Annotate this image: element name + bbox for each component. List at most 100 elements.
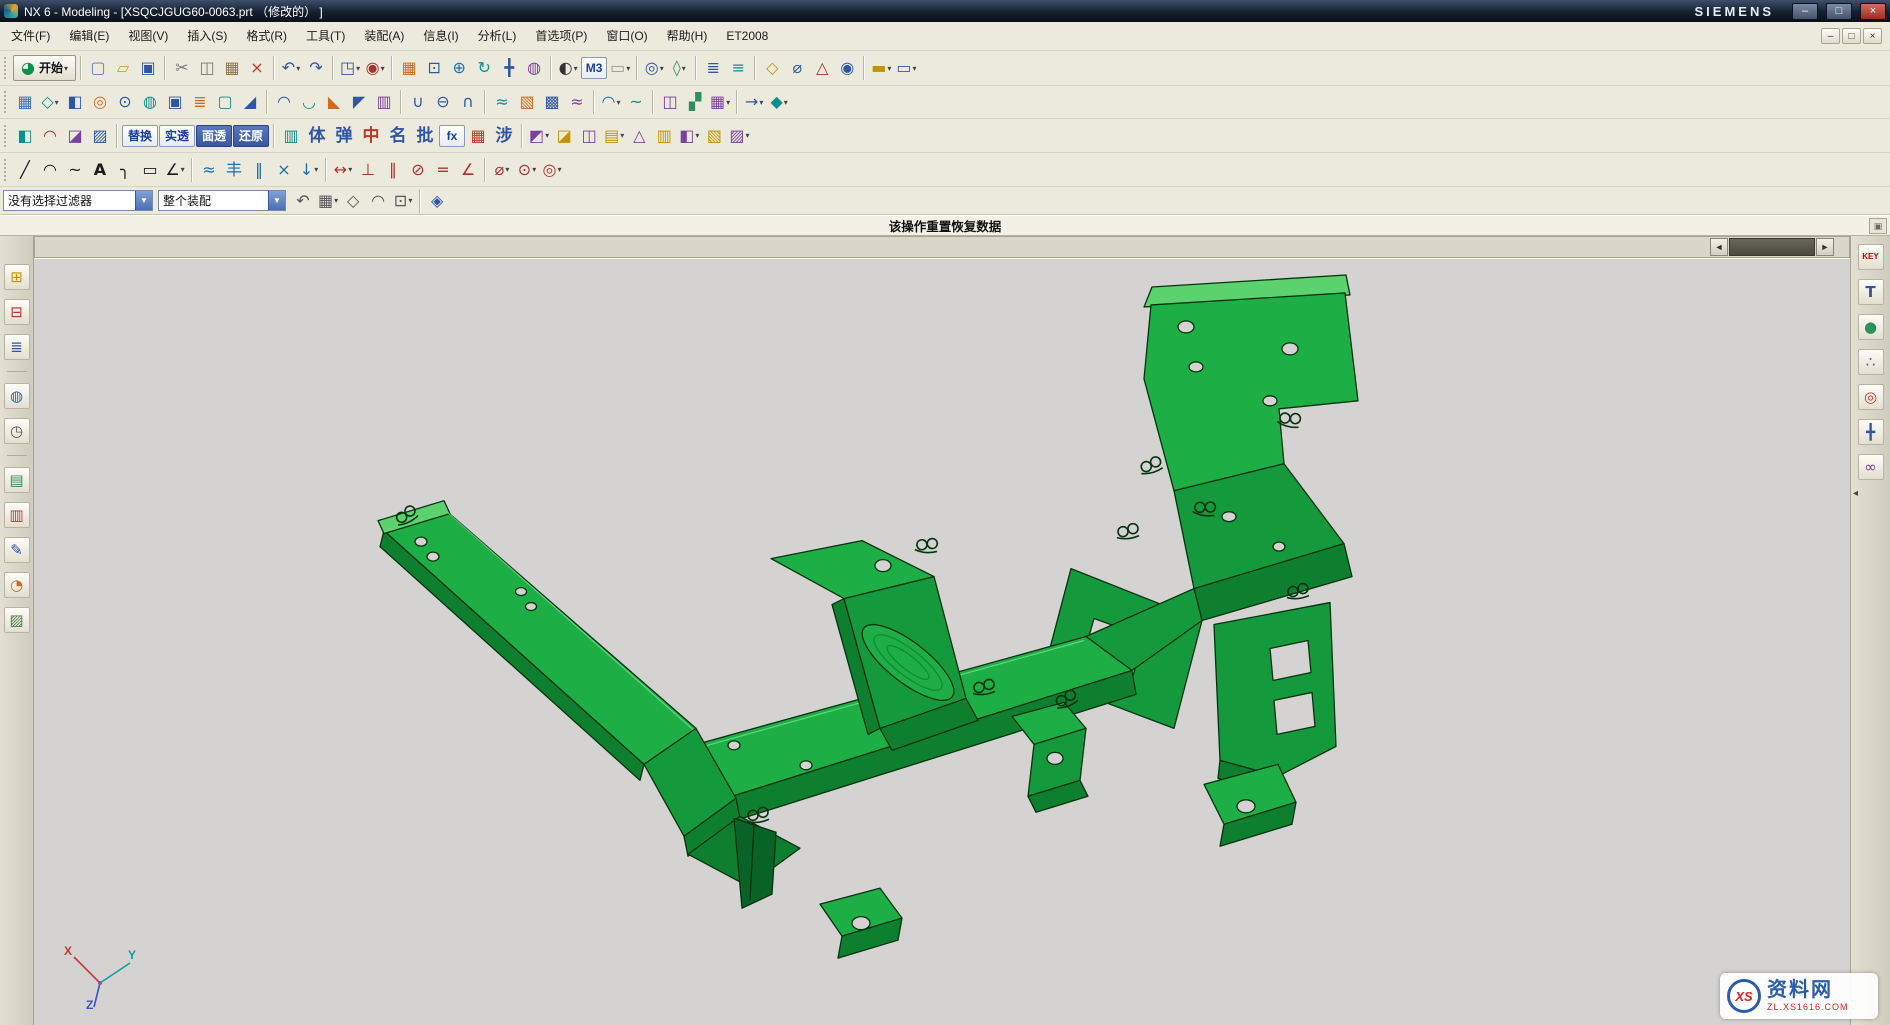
- face-blend-button[interactable]: ◡: [297, 89, 321, 115]
- arc-button[interactable]: ◠: [38, 157, 62, 183]
- part-navigator-button[interactable]: ≣: [4, 334, 30, 360]
- dropdown-arrow-icon[interactable]: ▾: [545, 131, 549, 140]
- selection-scope-combo[interactable]: 整个装配 ▼: [158, 190, 286, 211]
- diameter-dimension-button[interactable]: ⌀ ▾: [490, 157, 514, 183]
- show-hide-button[interactable]: ◎ ▾: [642, 55, 666, 81]
- profile-line-button[interactable]: ╱: [13, 157, 37, 183]
- graphics-canvas[interactable]: X Y Z: [34, 258, 1850, 1025]
- start-menu-button[interactable]: ◕ 开始 ▾: [13, 55, 76, 81]
- dropdown-arrow-icon[interactable]: ▾: [574, 64, 578, 73]
- color-palette-button[interactable]: ▥: [4, 502, 30, 528]
- measure-distance-button[interactable]: ⌀: [785, 55, 809, 81]
- dropdown-arrow-icon[interactable]: ▾: [55, 98, 59, 107]
- pocket-button[interactable]: ▣: [163, 89, 187, 115]
- face-check-button[interactable]: ◪: [552, 123, 576, 149]
- dropdown-arrow-icon[interactable]: ▾: [913, 64, 917, 73]
- angle-dimension-button[interactable]: ∠: [456, 157, 480, 183]
- menu-et2008[interactable]: ET2008: [717, 24, 777, 48]
- hscroll-right-button[interactable]: ►: [1816, 238, 1834, 256]
- toolbar-grip[interactable]: [4, 91, 9, 113]
- menu-view[interactable]: 视图(V): [119, 24, 177, 48]
- project-curve-button[interactable]: ↓ ▾: [297, 157, 321, 183]
- report-tool-button[interactable]: ▨ ▾: [727, 123, 751, 149]
- new-file-button[interactable]: ▢: [86, 55, 110, 81]
- dropdown-arrow-icon[interactable]: ▾: [505, 165, 509, 174]
- draft-check-button[interactable]: △: [627, 123, 651, 149]
- adjust-face-button[interactable]: ◆ ▾: [767, 89, 791, 115]
- select-all-button[interactable]: ▦ ▾: [316, 188, 340, 214]
- dropdown-arrow-icon[interactable]: ▾: [348, 165, 352, 174]
- toolbar-grip[interactable]: [4, 125, 9, 147]
- sew-button[interactable]: ≈: [490, 89, 514, 115]
- sketch-chamfer-button[interactable]: ∠ ▾: [163, 157, 187, 183]
- cut-button[interactable]: ✂: [170, 55, 194, 81]
- visualization-pen-button[interactable]: ✎: [4, 537, 30, 563]
- part-right-legs[interactable]: [1204, 603, 1336, 847]
- part-model[interactable]: [34, 259, 1850, 1025]
- face-transparent-toggle-button[interactable]: 面透: [196, 125, 232, 147]
- command-finder-button[interactable]: ◉ ▾: [363, 55, 387, 81]
- radius-dimension-button[interactable]: ⊙ ▾: [515, 157, 539, 183]
- fit-view-button[interactable]: ⊡: [422, 55, 446, 81]
- window-arrange-button[interactable]: ▭ ▾: [894, 55, 918, 81]
- analysis-display-button[interactable]: △: [810, 55, 834, 81]
- perimeter-dimension-button[interactable]: ◎ ▾: [540, 157, 564, 183]
- snap-point-options-button[interactable]: ⊡ ▾: [391, 188, 415, 214]
- minimize-button[interactable]: –: [1792, 3, 1818, 20]
- intersect-button[interactable]: ∩: [456, 89, 480, 115]
- dropdown-arrow-icon[interactable]: ▾: [620, 131, 624, 140]
- copy-button[interactable]: ◫: [195, 55, 219, 81]
- menu-file[interactable]: 文件(F): [2, 24, 59, 48]
- sketch-text-button[interactable]: A: [88, 157, 112, 183]
- chamfer-button[interactable]: ◣: [322, 89, 346, 115]
- gap-check-button[interactable]: ◫: [577, 123, 601, 149]
- section-check-button[interactable]: ▧: [702, 123, 726, 149]
- deviation-gauge-button[interactable]: ◧: [13, 123, 37, 149]
- graphics-horizontal-scrollbar[interactable]: ◄ ►: [34, 236, 1850, 258]
- open-file-button[interactable]: ▱: [111, 55, 135, 81]
- dropdown-arrow-icon[interactable]: ▾: [532, 165, 536, 174]
- hscroll-thumb[interactable]: [1729, 238, 1815, 256]
- unite-button[interactable]: ∪: [406, 89, 430, 115]
- parallel-constraint-button[interactable]: ∥: [381, 157, 405, 183]
- sketch-fillet-button[interactable]: ╮: [113, 157, 137, 183]
- clearance-check-button[interactable]: ◧ ▾: [677, 123, 701, 149]
- zoom-view-button[interactable]: ⊕: [447, 55, 471, 81]
- assembly-navigator-button[interactable]: ⊞: [4, 264, 30, 290]
- menu-window[interactable]: 窗口(O): [597, 24, 656, 48]
- name-macro-button[interactable]: 名: [385, 123, 411, 149]
- redo-button[interactable]: ↷: [304, 55, 328, 81]
- offset-surface-button[interactable]: ≈: [565, 89, 589, 115]
- delete-button[interactable]: ×: [245, 55, 269, 81]
- undo-button[interactable]: ↶ ▾: [279, 55, 303, 81]
- swept-button[interactable]: ~: [624, 89, 648, 115]
- rib-button[interactable]: ≣: [188, 89, 212, 115]
- dropdown-arrow-icon[interactable]: ▾: [314, 165, 318, 174]
- draft-button[interactable]: ◢: [238, 89, 262, 115]
- perpendicular-constraint-button[interactable]: ⊥: [356, 157, 380, 183]
- expression-shortcut-button[interactable]: fx: [439, 125, 465, 147]
- prompt-corner-button[interactable]: ▣: [1869, 218, 1887, 234]
- maximize-button[interactable]: □: [1826, 3, 1852, 20]
- combo-dropdown-arrow-icon[interactable]: ▼: [135, 191, 152, 210]
- dropdown-arrow-icon[interactable]: ▾: [408, 196, 412, 205]
- revolve-button[interactable]: ◎: [88, 89, 112, 115]
- menu-edit[interactable]: 编辑(E): [60, 24, 118, 48]
- assembly-filter-shield-button[interactable]: ◈: [425, 188, 449, 214]
- dropdown-arrow-icon[interactable]: ▾: [746, 131, 750, 140]
- curve-analysis-button[interactable]: ◠: [38, 123, 62, 149]
- through-curves-button[interactable]: ◠ ▾: [599, 89, 623, 115]
- child-close-button[interactable]: ×: [1863, 28, 1882, 44]
- pan-view-button[interactable]: ╋: [497, 55, 521, 81]
- dropdown-arrow-icon[interactable]: ▾: [296, 64, 300, 73]
- toolbar-grip[interactable]: [4, 159, 9, 181]
- edge-blend-button[interactable]: ◠: [272, 89, 296, 115]
- dropdown-arrow-icon[interactable]: ▾: [682, 64, 686, 73]
- rapid-dimension-button[interactable]: ↔ ▾: [331, 157, 355, 183]
- process-studio-button[interactable]: ▤: [4, 467, 30, 493]
- rendering-style-button[interactable]: ◐ ▾: [556, 55, 580, 81]
- replace-toggle-button[interactable]: 替换: [122, 125, 158, 147]
- surface-curvature-button[interactable]: ◪: [63, 123, 87, 149]
- dropdown-arrow-icon[interactable]: ▾: [784, 98, 788, 107]
- system-scenes-button[interactable]: ▨: [4, 607, 30, 633]
